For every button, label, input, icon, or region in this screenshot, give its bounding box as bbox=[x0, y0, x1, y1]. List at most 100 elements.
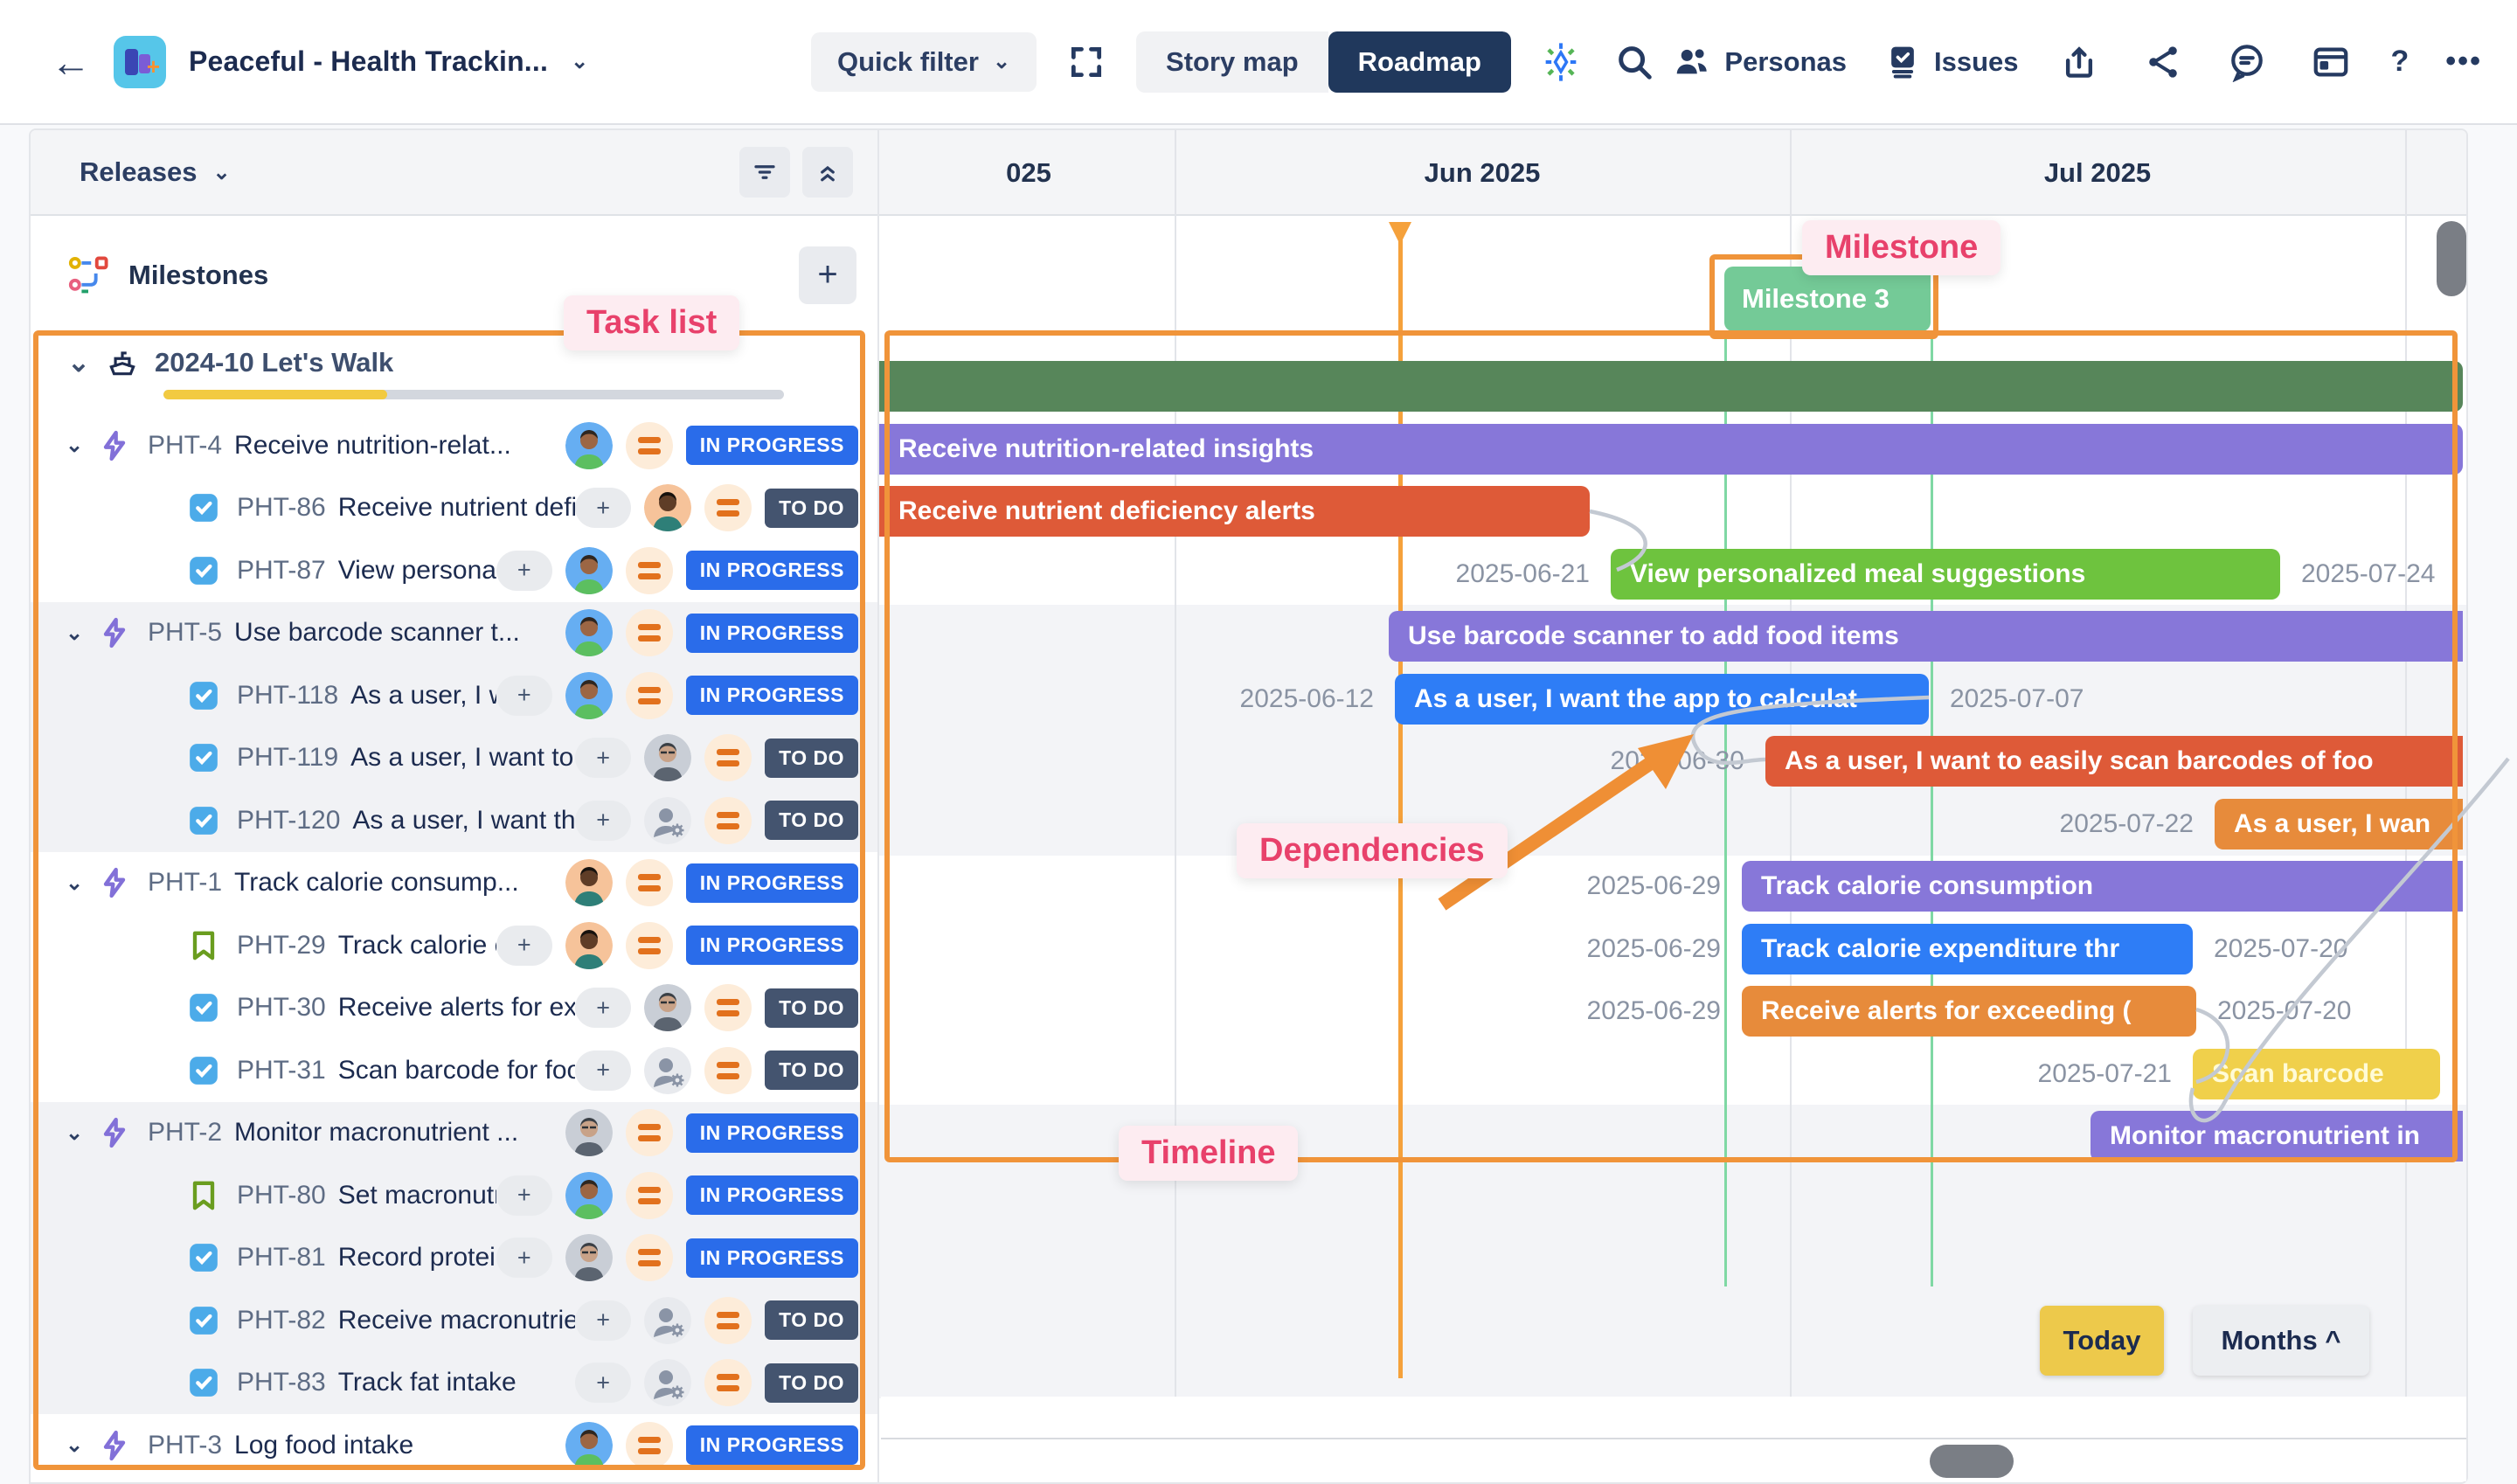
sparkle-ai-icon[interactable] bbox=[1537, 38, 1584, 86]
priority-medium-icon[interactable] bbox=[704, 1359, 752, 1406]
priority-medium-icon[interactable] bbox=[704, 984, 752, 1031]
add-icon[interactable]: + bbox=[496, 1175, 552, 1216]
back-icon[interactable]: ← bbox=[51, 38, 91, 86]
status-badge[interactable]: IN PROGRESS bbox=[686, 926, 858, 965]
status-badge[interactable]: IN PROGRESS bbox=[686, 1425, 858, 1465]
priority-medium-icon[interactable] bbox=[626, 1422, 673, 1469]
chevron-expand-icon[interactable]: ⌄ bbox=[67, 347, 90, 378]
task-row-pht-87[interactable]: PHT-87View personali...+IN PROGRESS bbox=[31, 539, 877, 602]
avatar[interactable] bbox=[565, 609, 613, 656]
filter-button[interactable] bbox=[739, 147, 790, 198]
collapse-all-button[interactable] bbox=[802, 147, 853, 198]
avatar[interactable] bbox=[565, 1109, 613, 1156]
add-icon[interactable]: + bbox=[496, 926, 552, 966]
task-row-pht-80[interactable]: PHT-80Set macronutri...+IN PROGRESS bbox=[31, 1164, 877, 1227]
tab-story-map[interactable]: Story map bbox=[1136, 31, 1328, 93]
avatar[interactable] bbox=[565, 422, 613, 469]
horizontal-scrollbar[interactable] bbox=[881, 1438, 2466, 1481]
avatar[interactable] bbox=[565, 672, 613, 719]
avatar[interactable] bbox=[565, 1172, 613, 1219]
task-row-pht-119[interactable]: PHT-119As a user, I want to e...+TO DO bbox=[31, 727, 877, 790]
status-badge[interactable]: TO DO bbox=[765, 1051, 858, 1090]
release-timeline-bar[interactable] bbox=[879, 361, 2463, 412]
status-badge[interactable]: TO DO bbox=[765, 489, 858, 528]
today-button[interactable]: Today bbox=[2040, 1306, 2164, 1376]
timeline-bar[interactable]: Receive alerts for exceeding ( bbox=[1742, 986, 2196, 1037]
export-icon[interactable] bbox=[2056, 38, 2103, 86]
project-chevron-down-icon[interactable]: ⌄ bbox=[571, 49, 588, 74]
priority-medium-icon[interactable] bbox=[626, 672, 673, 719]
personas-button[interactable]: Personas bbox=[1672, 42, 1847, 82]
avatar[interactable] bbox=[644, 734, 691, 781]
add-icon[interactable]: + bbox=[496, 676, 552, 716]
fullscreen-icon[interactable] bbox=[1063, 38, 1110, 86]
priority-medium-icon[interactable] bbox=[626, 859, 673, 906]
avatar[interactable] bbox=[565, 547, 613, 594]
priority-medium-icon[interactable] bbox=[626, 1109, 673, 1156]
timeline-bar[interactable]: As a user, I want to easily scan barcode… bbox=[1765, 736, 2463, 787]
task-row-pht-118[interactable]: PHT-118As a user, I wa...+IN PROGRESS bbox=[31, 664, 877, 727]
avatar[interactable] bbox=[565, 1422, 613, 1469]
status-badge[interactable]: IN PROGRESS bbox=[686, 1238, 858, 1278]
status-badge[interactable]: IN PROGRESS bbox=[686, 1113, 858, 1153]
add-milestone-button[interactable]: + bbox=[799, 246, 856, 304]
task-row-pht-2[interactable]: ⌄PHT-2Monitor macronutrient ...IN PROGRE… bbox=[31, 1102, 877, 1165]
status-badge[interactable]: TO DO bbox=[765, 988, 858, 1028]
avatar[interactable] bbox=[644, 1359, 691, 1406]
timeline-bar[interactable]: Track calorie consumption bbox=[1742, 861, 2463, 912]
chevron-expand-icon[interactable]: ⌄ bbox=[66, 1120, 95, 1146]
avatar[interactable] bbox=[644, 1047, 691, 1094]
task-row-pht-81[interactable]: PHT-81Record protein ...+IN PROGRESS bbox=[31, 1227, 877, 1290]
vertical-scrollbar-thumb[interactable] bbox=[2437, 221, 2466, 296]
timeline-bar[interactable]: As a user, I wan bbox=[2215, 799, 2463, 849]
avatar[interactable] bbox=[565, 922, 613, 969]
feedback-icon[interactable] bbox=[2223, 38, 2271, 86]
priority-medium-icon[interactable] bbox=[704, 797, 752, 844]
status-badge[interactable]: IN PROGRESS bbox=[686, 426, 858, 465]
milestone-3-pill[interactable]: Milestone 3 bbox=[1724, 267, 1931, 331]
priority-medium-icon[interactable] bbox=[626, 547, 673, 594]
chevron-expand-icon[interactable]: ⌄ bbox=[66, 870, 95, 896]
chevron-expand-icon[interactable]: ⌄ bbox=[66, 433, 95, 458]
chevron-expand-icon[interactable]: ⌄ bbox=[66, 621, 95, 646]
more-menu-button[interactable]: ••• bbox=[2445, 45, 2482, 79]
tab-roadmap[interactable]: Roadmap bbox=[1328, 31, 1511, 93]
task-row-pht-5[interactable]: ⌄PHT-5Use barcode scanner t...IN PROGRES… bbox=[31, 602, 877, 665]
avatar[interactable] bbox=[565, 1234, 613, 1281]
task-row-pht-86[interactable]: PHT-86Receive nutrient defi...+TO DO bbox=[31, 477, 877, 540]
add-icon[interactable]: + bbox=[575, 738, 631, 778]
add-icon[interactable]: + bbox=[575, 1300, 631, 1341]
priority-medium-icon[interactable] bbox=[626, 609, 673, 656]
release-row[interactable]: ⌄ 2024-10 Let's Walk bbox=[31, 332, 877, 414]
search-icon[interactable] bbox=[1611, 38, 1658, 86]
avatar[interactable] bbox=[644, 484, 691, 531]
task-row-pht-30[interactable]: PHT-30Receive alerts for exc...+TO DO bbox=[31, 977, 877, 1040]
quick-filter-button[interactable]: Quick filter ⌄ bbox=[811, 32, 1037, 92]
share-icon[interactable] bbox=[2139, 38, 2187, 86]
avatar[interactable] bbox=[644, 797, 691, 844]
status-badge[interactable]: TO DO bbox=[765, 1300, 858, 1340]
priority-medium-icon[interactable] bbox=[704, 734, 752, 781]
add-icon[interactable]: + bbox=[575, 988, 631, 1028]
task-row-pht-3[interactable]: ⌄PHT-3Log food intakeIN PROGRESS bbox=[31, 1414, 877, 1477]
status-badge[interactable]: TO DO bbox=[765, 1363, 858, 1403]
panel-icon[interactable] bbox=[2307, 38, 2354, 86]
issues-button[interactable]: Issues bbox=[1883, 43, 2019, 81]
task-row-pht-83[interactable]: PHT-83Track fat intake+TO DO bbox=[31, 1352, 877, 1415]
add-icon[interactable]: + bbox=[575, 488, 631, 528]
status-badge[interactable]: IN PROGRESS bbox=[686, 863, 858, 903]
timeline-bar[interactable]: View personalized meal suggestions bbox=[1611, 549, 2280, 600]
timeline-bar[interactable]: As a user, I want the app to calculat bbox=[1395, 674, 1929, 725]
task-row-pht-1[interactable]: ⌄PHT-1Track calorie consump...IN PROGRES… bbox=[31, 852, 877, 915]
add-icon[interactable]: + bbox=[575, 801, 631, 841]
timeline-bar[interactable]: Scan barcode bbox=[2193, 1049, 2440, 1099]
avatar[interactable] bbox=[644, 1297, 691, 1344]
priority-medium-icon[interactable] bbox=[704, 1047, 752, 1094]
task-row-pht-31[interactable]: PHT-31Scan barcode for foo...+TO DO bbox=[31, 1039, 877, 1102]
task-row-pht-4[interactable]: ⌄PHT-4Receive nutrition-relat...IN PROGR… bbox=[31, 414, 877, 477]
status-badge[interactable]: IN PROGRESS bbox=[686, 676, 858, 715]
task-row-pht-120[interactable]: PHT-120As a user, I want the...+TO DO bbox=[31, 789, 877, 852]
timeline-bar[interactable]: Receive nutrition-related insights bbox=[879, 424, 2463, 475]
avatar[interactable] bbox=[644, 984, 691, 1031]
priority-medium-icon[interactable] bbox=[626, 1234, 673, 1281]
